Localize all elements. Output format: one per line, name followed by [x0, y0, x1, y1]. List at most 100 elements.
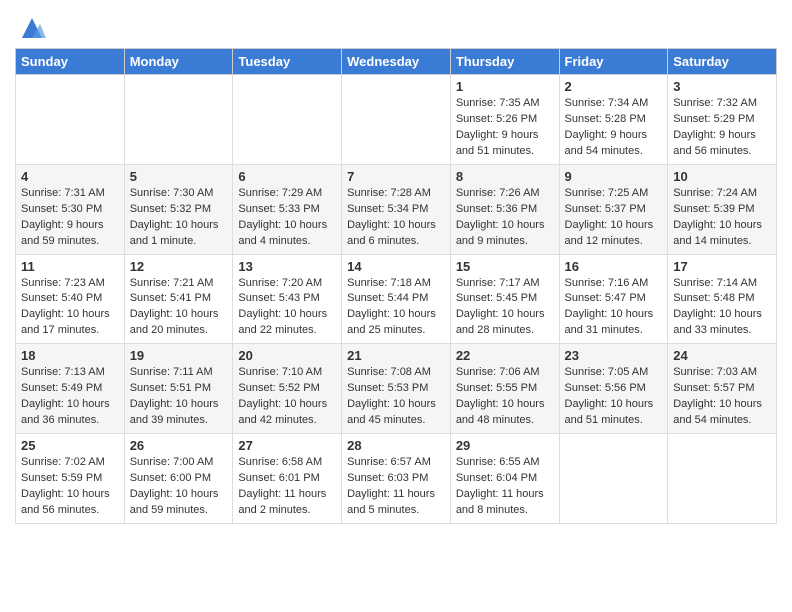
calendar-cell: 3 Sunrise: 7:32 AM Sunset: 5:29 PM Daylig…	[668, 75, 777, 165]
calendar-cell	[559, 434, 668, 524]
day-number: 3	[673, 79, 771, 94]
day-number: 28	[347, 438, 445, 453]
day-number: 13	[238, 259, 336, 274]
calendar-cell: 11 Sunrise: 7:23 AM Sunset: 5:40 PM Dayli…	[16, 254, 125, 344]
day-info: Sunrise: 7:35 AM Sunset: 5:26 PM Dayligh…	[456, 96, 554, 160]
calendar-cell: 18 Sunrise: 7:13 AM Sunset: 5:49 PM Dayli…	[16, 344, 125, 434]
day-info: Sunrise: 7:18 AM Sunset: 5:44 PM Dayligh…	[347, 276, 445, 340]
calendar-cell: 17 Sunrise: 7:14 AM Sunset: 5:48 PM Dayli…	[668, 254, 777, 344]
day-info: Sunrise: 7:32 AM Sunset: 5:29 PM Dayligh…	[673, 96, 771, 160]
calendar-body: 1 Sunrise: 7:35 AM Sunset: 5:26 PM Daylig…	[16, 75, 777, 524]
day-number: 10	[673, 169, 771, 184]
column-header-saturday: Saturday	[668, 49, 777, 75]
calendar-cell: 10 Sunrise: 7:24 AM Sunset: 5:39 PM Dayli…	[668, 164, 777, 254]
day-number: 11	[21, 259, 119, 274]
day-number: 26	[130, 438, 228, 453]
day-number: 15	[456, 259, 554, 274]
day-number: 14	[347, 259, 445, 274]
day-number: 19	[130, 348, 228, 363]
header-row: SundayMondayTuesdayWednesdayThursdayFrid…	[16, 49, 777, 75]
day-info: Sunrise: 7:24 AM Sunset: 5:39 PM Dayligh…	[673, 186, 771, 250]
column-header-thursday: Thursday	[450, 49, 559, 75]
day-number: 22	[456, 348, 554, 363]
day-number: 4	[21, 169, 119, 184]
calendar-cell: 9 Sunrise: 7:25 AM Sunset: 5:37 PM Daylig…	[559, 164, 668, 254]
calendar-cell	[668, 434, 777, 524]
calendar-cell: 13 Sunrise: 7:20 AM Sunset: 5:43 PM Dayli…	[233, 254, 342, 344]
day-number: 7	[347, 169, 445, 184]
week-row-2: 4 Sunrise: 7:31 AM Sunset: 5:30 PM Daylig…	[16, 164, 777, 254]
calendar-cell: 1 Sunrise: 7:35 AM Sunset: 5:26 PM Daylig…	[450, 75, 559, 165]
day-info: Sunrise: 6:58 AM Sunset: 6:01 PM Dayligh…	[238, 455, 336, 519]
day-number: 16	[565, 259, 663, 274]
calendar-cell: 23 Sunrise: 7:05 AM Sunset: 5:56 PM Dayli…	[559, 344, 668, 434]
week-row-4: 18 Sunrise: 7:13 AM Sunset: 5:49 PM Dayli…	[16, 344, 777, 434]
calendar-cell: 15 Sunrise: 7:17 AM Sunset: 5:45 PM Dayli…	[450, 254, 559, 344]
calendar-cell: 20 Sunrise: 7:10 AM Sunset: 5:52 PM Dayli…	[233, 344, 342, 434]
day-info: Sunrise: 6:55 AM Sunset: 6:04 PM Dayligh…	[456, 455, 554, 519]
calendar-cell: 4 Sunrise: 7:31 AM Sunset: 5:30 PM Daylig…	[16, 164, 125, 254]
calendar-cell: 24 Sunrise: 7:03 AM Sunset: 5:57 PM Dayli…	[668, 344, 777, 434]
week-row-5: 25 Sunrise: 7:02 AM Sunset: 5:59 PM Dayli…	[16, 434, 777, 524]
day-info: Sunrise: 7:02 AM Sunset: 5:59 PM Dayligh…	[21, 455, 119, 519]
day-info: Sunrise: 7:30 AM Sunset: 5:32 PM Dayligh…	[130, 186, 228, 250]
column-header-friday: Friday	[559, 49, 668, 75]
calendar-cell: 6 Sunrise: 7:29 AM Sunset: 5:33 PM Daylig…	[233, 164, 342, 254]
calendar-cell: 28 Sunrise: 6:57 AM Sunset: 6:03 PM Dayli…	[342, 434, 451, 524]
calendar-cell: 5Sunrise: 7:30 AM Sunset: 5:32 PM Daylig…	[124, 164, 233, 254]
page-header	[15, 10, 777, 42]
day-number: 23	[565, 348, 663, 363]
day-info: Sunrise: 7:31 AM Sunset: 5:30 PM Dayligh…	[21, 186, 119, 250]
day-number: 18	[21, 348, 119, 363]
day-info: Sunrise: 7:21 AM Sunset: 5:41 PM Dayligh…	[130, 276, 228, 340]
day-info: Sunrise: 7:29 AM Sunset: 5:33 PM Dayligh…	[238, 186, 336, 250]
day-number: 1	[456, 79, 554, 94]
day-number: 29	[456, 438, 554, 453]
calendar-cell: 25 Sunrise: 7:02 AM Sunset: 5:59 PM Dayli…	[16, 434, 125, 524]
day-info: Sunrise: 7:05 AM Sunset: 5:56 PM Dayligh…	[565, 365, 663, 429]
day-number: 8	[456, 169, 554, 184]
day-number: 12	[130, 259, 228, 274]
day-info: Sunrise: 7:17 AM Sunset: 5:45 PM Dayligh…	[456, 276, 554, 340]
calendar-cell: 16 Sunrise: 7:16 AM Sunset: 5:47 PM Dayli…	[559, 254, 668, 344]
day-info: Sunrise: 7:10 AM Sunset: 5:52 PM Dayligh…	[238, 365, 336, 429]
calendar-cell: 19 Sunrise: 7:11 AM Sunset: 5:51 PM Dayli…	[124, 344, 233, 434]
day-number: 20	[238, 348, 336, 363]
day-info: Sunrise: 7:13 AM Sunset: 5:49 PM Dayligh…	[21, 365, 119, 429]
calendar-cell: 12 Sunrise: 7:21 AM Sunset: 5:41 PM Dayli…	[124, 254, 233, 344]
day-info: Sunrise: 7:23 AM Sunset: 5:40 PM Dayligh…	[21, 276, 119, 340]
calendar-cell: 27 Sunrise: 6:58 AM Sunset: 6:01 PM Dayli…	[233, 434, 342, 524]
day-info: Sunrise: 7:26 AM Sunset: 5:36 PM Dayligh…	[456, 186, 554, 250]
calendar-cell: 21Sunrise: 7:08 AM Sunset: 5:53 PM Dayli…	[342, 344, 451, 434]
day-info: Sunrise: 7:25 AM Sunset: 5:37 PM Dayligh…	[565, 186, 663, 250]
day-number: 6	[238, 169, 336, 184]
day-number: 9	[565, 169, 663, 184]
day-info: Sunrise: 6:57 AM Sunset: 6:03 PM Dayligh…	[347, 455, 445, 519]
day-number: 27	[238, 438, 336, 453]
calendar-cell: 8 Sunrise: 7:26 AM Sunset: 5:36 PM Daylig…	[450, 164, 559, 254]
day-info: Sunrise: 7:28 AM Sunset: 5:34 PM Dayligh…	[347, 186, 445, 250]
day-number: 24	[673, 348, 771, 363]
calendar-cell: 29 Sunrise: 6:55 AM Sunset: 6:04 PM Dayli…	[450, 434, 559, 524]
calendar-cell	[124, 75, 233, 165]
column-header-monday: Monday	[124, 49, 233, 75]
day-number: 2	[565, 79, 663, 94]
day-info: Sunrise: 7:11 AM Sunset: 5:51 PM Dayligh…	[130, 365, 228, 429]
day-info: Sunrise: 7:16 AM Sunset: 5:47 PM Dayligh…	[565, 276, 663, 340]
day-number: 17	[673, 259, 771, 274]
week-row-1: 1 Sunrise: 7:35 AM Sunset: 5:26 PM Daylig…	[16, 75, 777, 165]
day-number: 25	[21, 438, 119, 453]
day-info: Sunrise: 7:14 AM Sunset: 5:48 PM Dayligh…	[673, 276, 771, 340]
calendar-header: SundayMondayTuesdayWednesdayThursdayFrid…	[16, 49, 777, 75]
calendar-cell: 26Sunrise: 7:00 AM Sunset: 6:00 PM Dayli…	[124, 434, 233, 524]
column-header-sunday: Sunday	[16, 49, 125, 75]
day-info: Sunrise: 7:08 AM Sunset: 5:53 PM Dayligh…	[347, 365, 445, 429]
day-info: Sunrise: 7:06 AM Sunset: 5:55 PM Dayligh…	[456, 365, 554, 429]
day-info: Sunrise: 7:03 AM Sunset: 5:57 PM Dayligh…	[673, 365, 771, 429]
calendar-cell	[16, 75, 125, 165]
day-info: Sunrise: 7:20 AM Sunset: 5:43 PM Dayligh…	[238, 276, 336, 340]
column-header-tuesday: Tuesday	[233, 49, 342, 75]
calendar-table: SundayMondayTuesdayWednesdayThursdayFrid…	[15, 48, 777, 524]
week-row-3: 11 Sunrise: 7:23 AM Sunset: 5:40 PM Dayli…	[16, 254, 777, 344]
calendar-cell	[233, 75, 342, 165]
